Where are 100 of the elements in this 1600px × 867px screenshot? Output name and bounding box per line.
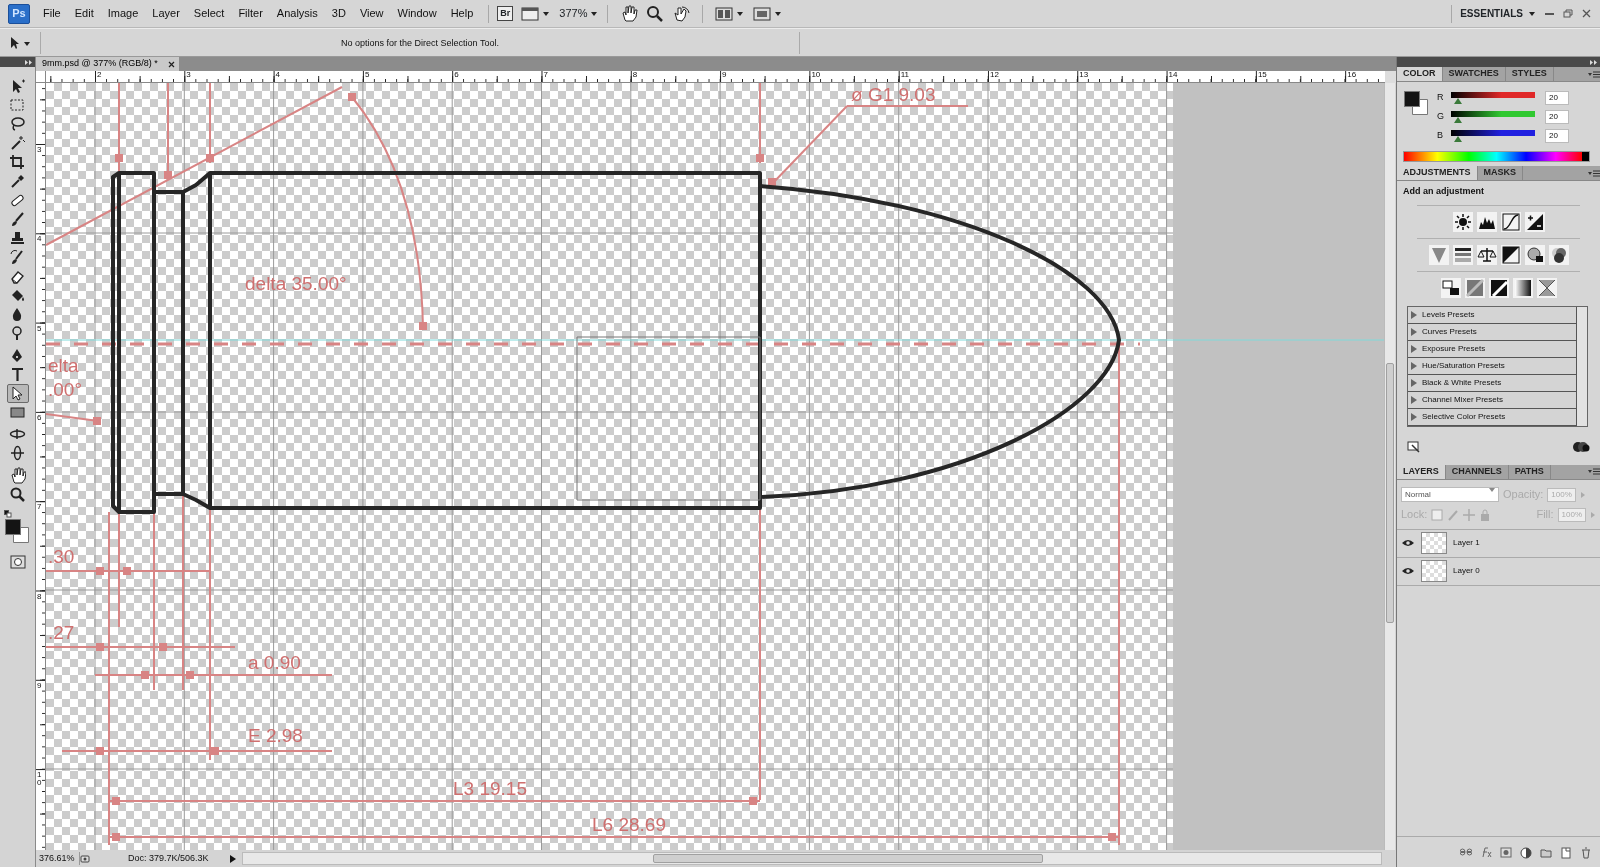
channel-value-field[interactable]: 20 [1545, 109, 1569, 124]
tool-button[interactable] [6, 384, 29, 403]
hand-button[interactable] [620, 4, 639, 23]
channel-label: G [1437, 109, 1445, 123]
adjustment-button[interactable] [1488, 277, 1509, 298]
list-scrollbar[interactable] [1577, 306, 1587, 426]
expand-arrow-icon[interactable] [1411, 378, 1417, 387]
expand-icon[interactable] [1590, 59, 1597, 65]
menu-item[interactable]: File [36, 5, 68, 22]
search-button[interactable] [646, 4, 665, 23]
blend-mode-dropdown[interactable]: Normal [1401, 487, 1499, 502]
screen-mode-button[interactable] [753, 5, 784, 22]
menu-item[interactable]: Image [100, 5, 146, 22]
channel-value-field[interactable]: 20 [1545, 128, 1569, 143]
menu-item[interactable]: View [352, 5, 391, 22]
panel-tab[interactable]: LAYERS [1397, 464, 1446, 479]
channel-label: R [1437, 90, 1445, 104]
arrange-icon [715, 5, 746, 22]
hand-icon [620, 4, 639, 23]
status-icon [80, 853, 90, 864]
default-colors-icon [3, 510, 12, 518]
search-icon [9, 486, 26, 503]
adjustment-button[interactable] [1524, 244, 1545, 265]
foreground-swatch[interactable] [4, 519, 21, 535]
adjustment-button[interactable] [1476, 244, 1497, 265]
ruler-label: 3 [37, 146, 43, 154]
menu-item[interactable]: Window [390, 5, 444, 22]
eye-icon[interactable] [1402, 567, 1414, 575]
close-button[interactable] [1581, 8, 1592, 19]
restore-button[interactable] [1562, 8, 1573, 19]
expand-icon[interactable] [25, 59, 32, 65]
swap-icon [1440, 277, 1461, 298]
menu-item[interactable]: Select [186, 5, 232, 22]
adjustment-button[interactable] [1452, 244, 1473, 265]
crop-icon [9, 154, 26, 171]
adjustment-button[interactable] [1536, 277, 1557, 298]
ruler-label: 6 [454, 71, 459, 80]
arrange-button[interactable] [715, 5, 746, 22]
layer-row[interactable]: Layer 0 [1397, 557, 1600, 586]
adjustment-button[interactable] [1512, 277, 1533, 298]
adjustment-button[interactable] [1440, 277, 1461, 298]
search-icon [646, 4, 665, 23]
workspace-dropdown[interactable]: ESSENTIALS [1460, 6, 1537, 21]
layer-row[interactable]: Layer 1 [1397, 529, 1600, 558]
adjustment-button[interactable] [1452, 211, 1473, 232]
expand-arrow-icon[interactable] [1411, 395, 1417, 404]
slider-thumb[interactable] [1453, 116, 1462, 123]
adjustment-button[interactable] [1500, 211, 1521, 232]
expand-arrow-icon[interactable] [1411, 361, 1417, 370]
vertical-scrollbar[interactable] [1384, 83, 1395, 850]
hourglass-icon [1536, 277, 1557, 298]
dimension-label: .27 [48, 622, 75, 643]
mask-icon [9, 554, 26, 569]
panel-tab[interactable]: ADJUSTMENTS [1397, 166, 1478, 180]
arrow-box-icon [1407, 441, 1421, 454]
ruler-label: 5 [364, 71, 370, 80]
preset-item[interactable]: Levels Presets [1408, 306, 1577, 324]
close-icon[interactable] [167, 60, 175, 68]
adjustment-button[interactable] [1500, 244, 1521, 265]
channel-label: B [1437, 128, 1444, 142]
tool-preset-picker[interactable] [8, 35, 32, 50]
lens-icon [1524, 244, 1545, 265]
ruler-label: 9 [37, 681, 43, 690]
eye-icon[interactable] [1402, 539, 1414, 547]
menu-item[interactable]: Filter [231, 5, 270, 22]
ruler-label: 6 [37, 413, 43, 422]
half-circle-icon [1520, 846, 1532, 859]
menu-item[interactable]: Help [443, 5, 481, 22]
zoom-dropdown[interactable]: 377% [559, 5, 600, 22]
slider-thumb[interactable] [1453, 135, 1462, 142]
horizontal-scrollbar[interactable] [242, 852, 1382, 865]
menu-item[interactable]: Edit [67, 5, 101, 22]
menu-icon [1588, 468, 1600, 475]
panel-tab[interactable]: COLOR [1397, 67, 1443, 81]
stamp-icon [9, 230, 26, 247]
menu-item[interactable]: Analysis [269, 5, 325, 22]
effects-icon [1480, 846, 1492, 859]
dimension-label: L6 28.69 [592, 814, 666, 835]
bridge-button[interactable]: Br [497, 5, 514, 22]
ruler-label: 9 [722, 71, 727, 80]
rotate-hand-button[interactable] [672, 4, 691, 23]
rectangle-icon [9, 404, 26, 421]
expand-arrow-icon[interactable] [1411, 327, 1417, 336]
expand-arrow-icon[interactable] [1411, 310, 1417, 319]
expand-arrow-icon[interactable] [1411, 412, 1417, 421]
slider-thumb[interactable] [1453, 97, 1462, 104]
foreground-swatch[interactable] [1404, 91, 1420, 107]
channel-value-field[interactable]: 20 [1545, 90, 1569, 105]
dimension-label: .30 [48, 546, 75, 567]
adjustment-button[interactable] [1476, 211, 1497, 232]
screen-mode-button[interactable] [521, 6, 552, 21]
curve-icon [1500, 211, 1521, 232]
adjustment-button[interactable] [1524, 211, 1545, 232]
menu-item[interactable]: 3D [324, 5, 353, 22]
menu-item[interactable]: Layer [145, 5, 187, 22]
expand-arrow-icon[interactable] [1411, 344, 1417, 353]
minimize-button[interactable] [1545, 12, 1554, 15]
color-ramp[interactable] [1403, 151, 1590, 162]
adjustment-button[interactable] [1548, 244, 1569, 265]
document-tab[interactable]: 9mm.psd @ 377% (RGB/8) * [36, 57, 179, 71]
